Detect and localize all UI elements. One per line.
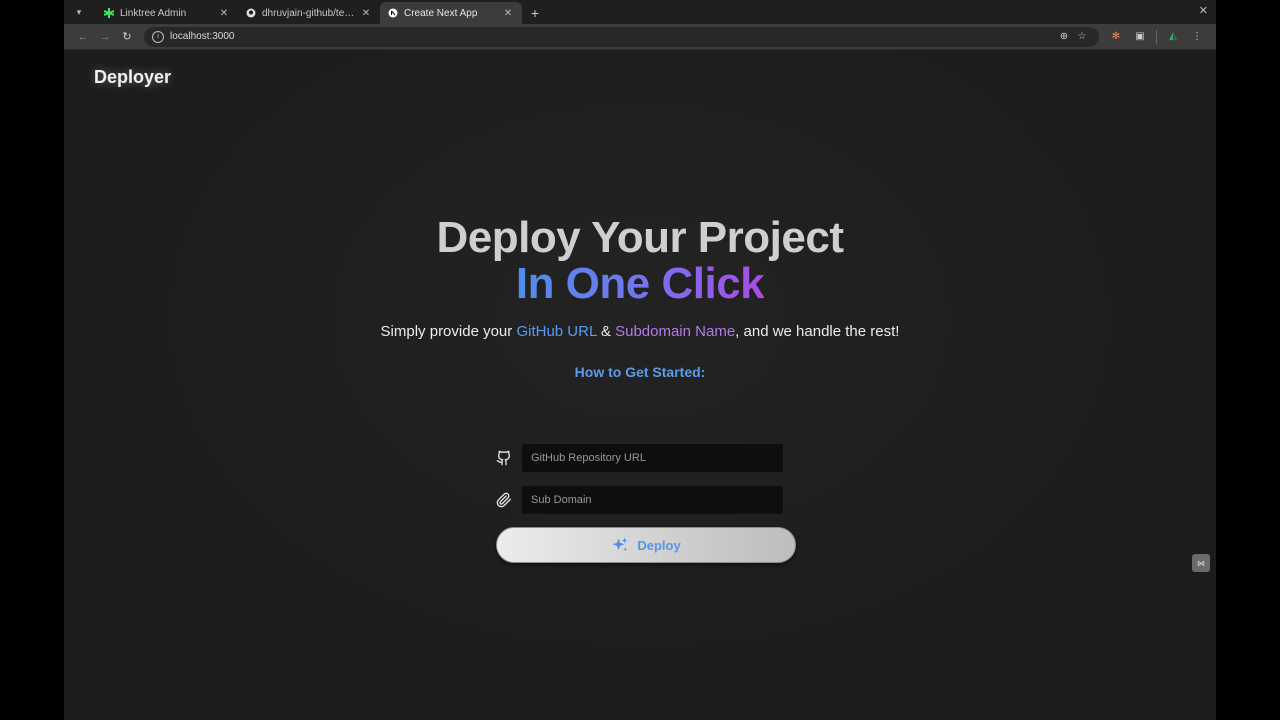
subtitle-subdomain: Subdomain Name: [615, 323, 736, 340]
tab-title: Create Next App: [404, 7, 478, 19]
headline-line2: In One Click: [515, 259, 765, 308]
new-tab-button[interactable]: +: [524, 2, 546, 24]
back-icon[interactable]: ←: [72, 26, 94, 48]
window-close-icon[interactable]: ✕: [1199, 4, 1208, 17]
site-info-icon[interactable]: i: [152, 30, 164, 43]
brand-logo[interactable]: Deployer: [94, 67, 171, 88]
sparkles-icon: [611, 536, 629, 554]
hero-section: Deploy Your Project In One Click Simply …: [64, 213, 1216, 381]
github-url-input[interactable]: [521, 443, 784, 473]
zoom-icon[interactable]: ⊕: [1055, 31, 1073, 42]
profile-avatar-icon[interactable]: ◭: [1162, 26, 1184, 48]
close-tab-icon[interactable]: ✕: [360, 8, 372, 19]
github-url-row: [496, 443, 796, 473]
forward-icon[interactable]: →: [94, 26, 116, 48]
nextjs-icon: [388, 8, 398, 18]
paperclip-icon: [496, 485, 521, 515]
close-tab-icon[interactable]: ✕: [218, 8, 230, 19]
headline-line1: Deploy Your Project: [436, 213, 844, 262]
deploy-button-label: Deploy: [637, 537, 681, 553]
reload-icon[interactable]: ↻: [116, 26, 138, 48]
how-to-start-heading: How to Get Started:: [574, 364, 706, 380]
github-icon: [246, 8, 256, 18]
extensions-puzzle-icon[interactable]: ▣: [1129, 26, 1151, 48]
subdomain-input[interactable]: [521, 485, 784, 515]
nextjs-dev-indicator-icon[interactable]: ⋈: [1192, 554, 1210, 572]
url-text: localhost:3000: [170, 31, 235, 42]
subtitle-prefix: Simply provide your: [380, 323, 517, 340]
tab-strip: ▾ Linktree Admin ✕ dhruvjain-github/temp…: [64, 0, 1216, 24]
deploy-form: [496, 443, 796, 527]
tab-create-next-app[interactable]: Create Next App ✕: [380, 2, 522, 24]
linktree-icon: [104, 8, 114, 18]
close-tab-icon[interactable]: ✕: [502, 8, 514, 19]
tab-github[interactable]: dhruvjain-github/temp- ✕: [238, 2, 380, 24]
subtitle-github: GitHub URL: [516, 323, 597, 340]
tab-search-icon[interactable]: ▾: [68, 1, 90, 23]
toolbar-divider: [1156, 29, 1157, 44]
subtitle: Simply provide your GitHub URL & Subdoma…: [64, 323, 1216, 340]
subdomain-row: [496, 485, 796, 515]
subtitle-suffix: , and we handle the rest!: [735, 323, 900, 340]
github-icon: [496, 443, 521, 473]
tab-title: dhruvjain-github/temp-: [262, 7, 360, 19]
tab-title: Linktree Admin: [120, 7, 187, 19]
browser-window: ▾ Linktree Admin ✕ dhruvjain-github/temp…: [64, 0, 1216, 720]
address-bar[interactable]: i localhost:3000 ⊕ ☆: [144, 26, 1099, 47]
browser-toolbar: ← → ↻ i localhost:3000 ⊕ ☆ ✻ ▣ ◭ ⋮: [64, 24, 1216, 50]
extension-icon[interactable]: ✻: [1105, 26, 1127, 48]
page-content: Deployer Deploy Your Project In One Clic…: [64, 51, 1216, 720]
browser-menu-icon[interactable]: ⋮: [1186, 26, 1208, 48]
subtitle-amp: &: [596, 323, 616, 340]
tab-linktree-admin[interactable]: Linktree Admin ✕: [96, 2, 238, 24]
bookmark-star-icon[interactable]: ☆: [1073, 31, 1091, 42]
deploy-button[interactable]: Deploy: [496, 527, 796, 563]
